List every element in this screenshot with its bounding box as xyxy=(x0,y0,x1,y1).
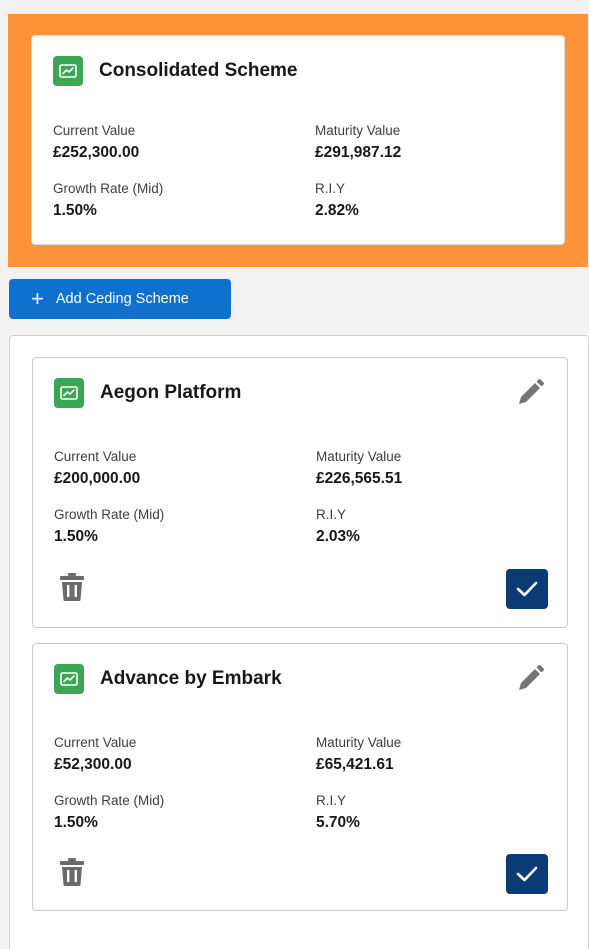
card-title: Aegon Platform xyxy=(100,382,242,403)
field-value: 2.82% xyxy=(315,202,359,219)
riy-field: R.I.Y 2.82% xyxy=(315,181,359,220)
ceding-scheme-card[interactable]: Aegon Platform Current Value £200,000.00… xyxy=(32,357,568,628)
current-value-field: Current Value £252,300.00 xyxy=(53,123,139,162)
growth-rate-field: Growth Rate (Mid) 1.50% xyxy=(53,181,163,220)
current-value-field: Current Value £52,300.00 xyxy=(54,735,136,774)
field-value: £200,000.00 xyxy=(54,470,141,487)
field-label: Maturity Value xyxy=(316,449,402,464)
maturity-value-field: Maturity Value £226,565.51 xyxy=(316,449,402,488)
chart-icon xyxy=(54,664,84,694)
growth-rate-field: Growth Rate (Mid) 1.50% xyxy=(54,793,164,832)
consolidated-scheme-card[interactable]: Consolidated Scheme Current Value £252,3… xyxy=(31,35,565,245)
growth-rate-field: Growth Rate (Mid) 1.50% xyxy=(54,507,164,546)
field-value: 1.50% xyxy=(54,528,98,545)
add-button-label: Add Ceding Scheme xyxy=(55,291,189,307)
trash-icon[interactable] xyxy=(57,856,87,888)
card-header: Aegon Platform xyxy=(54,378,241,408)
card-title: Consolidated Scheme xyxy=(99,60,298,81)
field-value: £252,300.00 xyxy=(53,144,140,161)
field-label: Current Value xyxy=(54,735,137,750)
field-value: 5.70% xyxy=(316,814,360,831)
field-label: R.I.Y xyxy=(315,181,346,196)
field-label: Maturity Value xyxy=(316,735,402,750)
ceding-scheme-card[interactable]: Advance by Embark Current Value £52,300.… xyxy=(32,643,568,911)
field-label: R.I.Y xyxy=(316,507,347,522)
field-value: £291,987.12 xyxy=(315,144,402,161)
field-label: Current Value xyxy=(53,123,136,138)
consolidated-highlight: Consolidated Scheme Current Value £252,3… xyxy=(8,14,588,267)
field-value: 1.50% xyxy=(53,202,97,219)
field-label: Current Value xyxy=(54,449,137,464)
riy-field: R.I.Y 2.03% xyxy=(316,507,360,546)
field-label: Growth Rate (Mid) xyxy=(54,793,165,808)
field-label: Growth Rate (Mid) xyxy=(53,181,164,196)
chart-icon xyxy=(53,56,83,86)
chart-icon xyxy=(54,378,84,408)
riy-field: R.I.Y 5.70% xyxy=(316,793,360,832)
page: Consolidated Scheme Current Value £252,3… xyxy=(0,0,589,949)
field-value: £226,565.51 xyxy=(316,470,403,487)
check-icon[interactable] xyxy=(506,569,548,609)
card-header: Advance by Embark xyxy=(54,664,282,694)
pencil-icon[interactable] xyxy=(513,662,547,696)
field-label: R.I.Y xyxy=(316,793,347,808)
card-header: Consolidated Scheme xyxy=(53,56,298,86)
trash-icon[interactable] xyxy=(57,571,87,603)
current-value-field: Current Value £200,000.00 xyxy=(54,449,140,488)
field-value: 1.50% xyxy=(54,814,98,831)
pencil-icon[interactable] xyxy=(513,376,547,410)
ceding-schemes-list: Aegon Platform Current Value £200,000.00… xyxy=(9,335,589,949)
card-title: Advance by Embark xyxy=(100,668,282,689)
plus-icon: + xyxy=(31,286,44,311)
field-label: Maturity Value xyxy=(315,123,401,138)
field-value: £65,421.61 xyxy=(316,756,394,773)
maturity-value-field: Maturity Value £291,987.12 xyxy=(315,123,401,162)
field-value: 2.03% xyxy=(316,528,360,545)
add-ceding-scheme-button[interactable]: + Add Ceding Scheme xyxy=(9,279,231,319)
check-icon[interactable] xyxy=(506,854,548,894)
maturity-value-field: Maturity Value £65,421.61 xyxy=(316,735,401,774)
field-value: £52,300.00 xyxy=(54,756,132,773)
field-label: Growth Rate (Mid) xyxy=(54,507,165,522)
